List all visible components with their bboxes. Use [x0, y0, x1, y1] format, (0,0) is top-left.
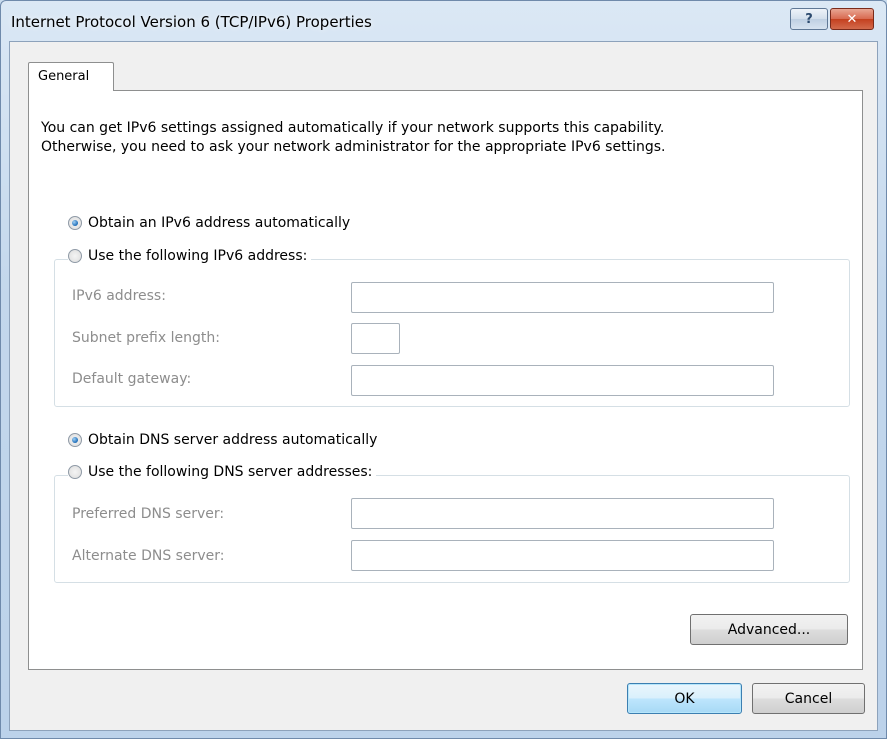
intro-line-1: You can get IPv6 settings assigned autom… — [41, 120, 665, 136]
dialog-window: Internet Protocol Version 6 (TCP/IPv6) P… — [0, 0, 887, 739]
radio-label: Obtain DNS server address automatically — [88, 432, 378, 448]
radio-obtain-dns-auto[interactable]: Obtain DNS server address automatically — [68, 432, 382, 448]
close-icon: ✕ — [846, 11, 858, 27]
subnet-prefix-input[interactable] — [351, 323, 400, 354]
help-button[interactable]: ? — [790, 8, 828, 30]
radio-button-icon — [68, 465, 82, 479]
default-gateway-input[interactable] — [351, 365, 774, 396]
radio-label: Use the following IPv6 address: — [88, 248, 308, 264]
preferred-dns-label: Preferred DNS server: — [72, 506, 225, 522]
ipv6-address-label: IPv6 address: — [72, 288, 166, 304]
default-gateway-label: Default gateway: — [72, 371, 192, 387]
cancel-button[interactable]: Cancel — [752, 683, 865, 714]
window-title: Internet Protocol Version 6 (TCP/IPv6) P… — [11, 13, 372, 31]
title-bar[interactable]: Internet Protocol Version 6 (TCP/IPv6) P… — [1, 1, 886, 41]
alternate-dns-label: Alternate DNS server: — [72, 548, 225, 564]
radio-button-icon — [68, 433, 82, 447]
radio-button-icon — [68, 249, 82, 263]
radio-label: Use the following DNS server addresses: — [88, 464, 373, 480]
dialog-client-area: General You can get IPv6 settings assign… — [9, 41, 878, 731]
preferred-dns-input[interactable] — [351, 498, 774, 529]
intro-line-2: Otherwise, you need to ask your network … — [41, 139, 666, 155]
help-icon: ? — [805, 11, 813, 27]
radio-use-following-ipv6[interactable]: Use the following IPv6 address: — [68, 248, 312, 264]
radio-button-icon — [68, 216, 82, 230]
radio-obtain-ipv6-auto[interactable]: Obtain an IPv6 address automatically — [68, 215, 355, 231]
radio-label: Obtain an IPv6 address automatically — [88, 215, 351, 231]
general-tab-panel: You can get IPv6 settings assigned autom… — [28, 90, 863, 670]
subnet-prefix-label: Subnet prefix length: — [72, 330, 220, 346]
intro-text: You can get IPv6 settings assigned autom… — [41, 119, 841, 157]
tab-general[interactable]: General — [28, 62, 114, 91]
ipv6-address-input[interactable] — [351, 282, 774, 313]
alternate-dns-input[interactable] — [351, 540, 774, 571]
close-button[interactable]: ✕ — [830, 8, 874, 30]
ok-button[interactable]: OK — [627, 683, 742, 714]
radio-use-following-dns[interactable]: Use the following DNS server addresses: — [68, 464, 377, 480]
advanced-button[interactable]: Advanced... — [690, 614, 848, 645]
